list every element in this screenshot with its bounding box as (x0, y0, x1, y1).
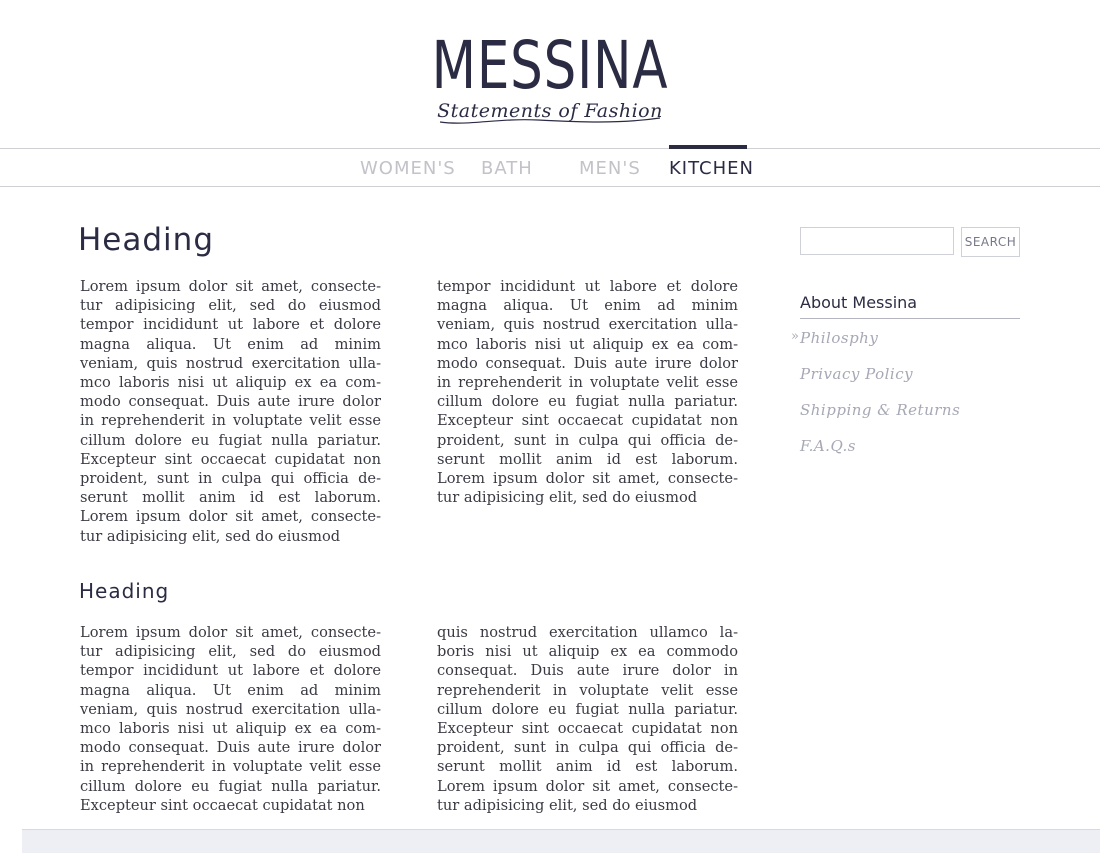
section-heading-1: Heading (78, 222, 214, 258)
nav-item-womens[interactable]: WOMEN'S (360, 157, 456, 185)
sidebar-link-shipping-returns[interactable]: Shipping & Returns (800, 401, 960, 419)
nav-item-bath[interactable]: BATH (481, 157, 533, 185)
main-nav: WOMEN'S BATH MEN'S KITCHEN (0, 148, 1100, 187)
section2-column2-text: quis nostrud exercitation ullamco la­bor… (437, 624, 738, 814)
footer-strip (22, 829, 1100, 853)
section1-column1-text: Lorem ipsum dolor sit amet, consecte­tur… (80, 278, 381, 545)
search-button[interactable]: SEARCH (961, 227, 1020, 257)
site-header: MESSINA Statements of Fashion (0, 0, 1100, 148)
sidebar-title: About Messina (800, 293, 1020, 319)
sidebar-link-philosophy[interactable]: Philosphy (800, 329, 878, 347)
nav-item-mens[interactable]: MEN'S (579, 157, 641, 185)
section-heading-2: Heading (79, 579, 170, 603)
logo-swash-decoration (439, 117, 661, 124)
sidebar-link-faqs[interactable]: F.A.Q.s (800, 437, 856, 455)
brand-logo-title[interactable]: MESSINA (121, 28, 979, 104)
nav-item-kitchen[interactable]: KITCHEN (669, 157, 754, 185)
search-input[interactable] (800, 227, 954, 255)
active-link-arrow-icon: » (791, 329, 799, 344)
section1-column2-text: tempor incididunt ut labore et dolore ma… (437, 278, 738, 507)
nav-active-indicator (669, 145, 747, 149)
section2-column1-text: Lorem ipsum dolor sit amet, consecte­tur… (80, 624, 381, 814)
sidebar-link-privacy-policy[interactable]: Privacy Policy (800, 365, 913, 383)
